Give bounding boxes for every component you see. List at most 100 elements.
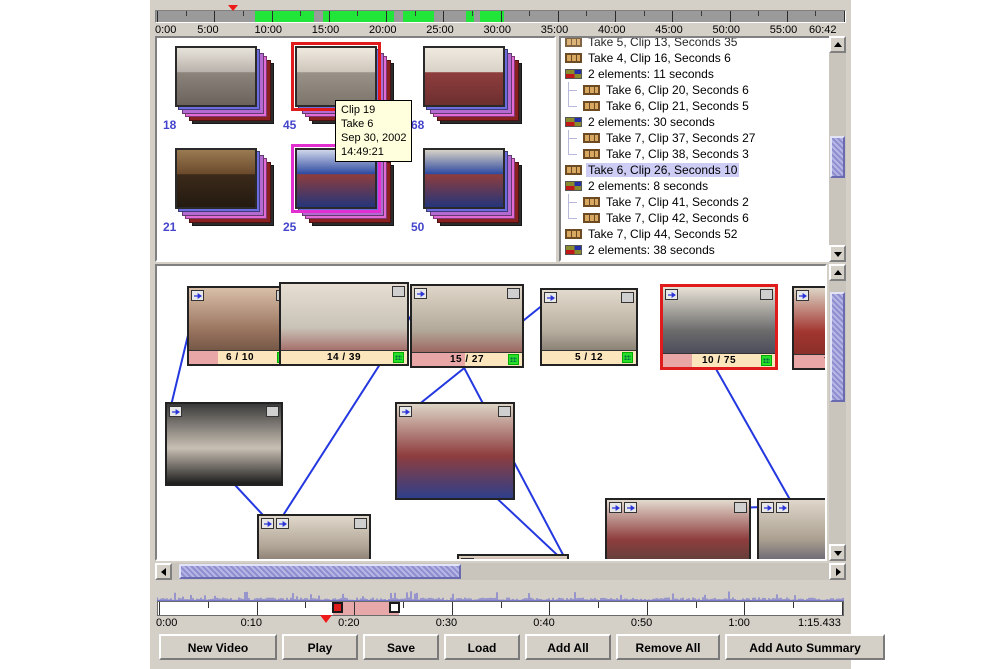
tree-row[interactable]: Take 4, Clip 16, Seconds 6	[561, 50, 844, 66]
canvas-vertical-scrollbar[interactable]	[829, 264, 846, 561]
storyboard-node[interactable]: 15 / 27	[410, 284, 524, 368]
canvas-scroll-right-button[interactable]	[829, 563, 846, 580]
tree-scroll-up-button[interactable]	[829, 36, 846, 53]
clip-stack-top-frame[interactable]	[423, 46, 505, 107]
audio-tick	[744, 602, 746, 615]
node-link-handle[interactable]	[169, 406, 182, 417]
tree-row[interactable]: Take 7, Clip 37, Seconds 27	[561, 130, 844, 146]
ruler-major-tick	[443, 11, 445, 22]
storyboard-node[interactable]: 14 / 39	[279, 282, 409, 366]
tree-row-label: Take 7, Clip 41, Seconds 2	[606, 195, 749, 209]
tree-row[interactable]: Take 5, Clip 13, Seconds 35	[561, 38, 844, 50]
canvas-scroll-down-button[interactable]	[829, 544, 846, 561]
node-link-handle[interactable]	[261, 518, 274, 529]
new-video-button[interactable]: New Video	[159, 634, 277, 660]
clip-icon	[565, 53, 582, 63]
timeline-track[interactable]	[155, 10, 846, 23]
storyboard-node[interactable]	[757, 498, 825, 559]
audio-scrub-track[interactable]	[157, 601, 844, 616]
node-link-handle[interactable]	[414, 288, 427, 299]
clip-stack[interactable]	[175, 148, 279, 226]
clip-stack[interactable]	[423, 46, 527, 124]
clip-stack-top-frame[interactable]	[175, 148, 257, 209]
node-link-handle[interactable]	[399, 406, 412, 417]
tree-elbow-connector	[568, 82, 579, 98]
storyboard-node[interactable]: 6 / 10	[187, 286, 293, 366]
node-link-handle[interactable]	[191, 290, 204, 301]
storyboard-node[interactable]: 5 / 12	[540, 288, 638, 366]
save-button[interactable]: Save	[363, 634, 439, 660]
summary-tree-panel[interactable]: Take 5, Clip 13, Seconds 35 Take 4, Clip …	[559, 36, 846, 262]
tree-row[interactable]: 2 elements: 38 seconds	[561, 242, 844, 258]
node-resize-handle[interactable]	[392, 286, 405, 297]
canvas-vscroll-thumb[interactable]	[830, 291, 845, 402]
tree-row[interactable]: Take 7, Clip 38, Seconds 3	[561, 146, 844, 162]
canvas-scroll-up-button[interactable]	[829, 264, 846, 281]
storyboard-node[interactable]	[457, 554, 569, 559]
clip-stack[interactable]	[175, 46, 279, 124]
tree-scrollbar-thumb[interactable]	[830, 135, 845, 178]
tree-row[interactable]: Take 6, Clip 20, Seconds 6	[561, 82, 844, 98]
tree-row[interactable]: 2 elements: 30 seconds	[561, 114, 844, 130]
clip-stack-top-frame[interactable]	[175, 46, 257, 107]
node-link-handle[interactable]	[609, 502, 622, 513]
audio-tick-label: 0:30	[435, 617, 458, 629]
tree-row[interactable]: 2 elements: 8 seconds	[561, 178, 844, 194]
ruler-minor-tick	[700, 11, 702, 16]
tree-row[interactable]: Take 7, Clip 44, Seconds 52	[561, 226, 844, 242]
node-link-handle[interactable]	[796, 290, 809, 301]
node-resize-handle[interactable]	[760, 289, 773, 300]
tree-row[interactable]: Take 6, Clip 26, Seconds 10	[561, 162, 844, 178]
add-auto-summary-button[interactable]: Add Auto Summary	[725, 634, 885, 660]
clip-stack-top-frame[interactable]	[423, 148, 505, 209]
storyboard-node[interactable]	[605, 498, 751, 559]
summary-tree-list[interactable]: Take 5, Clip 13, Seconds 35 Take 4, Clip …	[561, 38, 844, 258]
node-resize-handle[interactable]	[621, 292, 634, 303]
node-link-handle[interactable]	[624, 502, 637, 513]
waveform-path	[157, 591, 844, 601]
clip-stack-index-label: 18	[163, 118, 177, 132]
load-button[interactable]: Load	[444, 634, 520, 660]
audio-timeline[interactable]: 0:00 0:10 0:20 0:30 0:40 0:50 1:00 1:15.433	[155, 588, 846, 629]
canvas-horizontal-scrollbar[interactable]	[155, 563, 846, 580]
audio-selection-start-handle[interactable]	[332, 602, 344, 613]
node-resize-handle[interactable]	[266, 406, 279, 417]
ruler-minor-tick	[471, 11, 473, 16]
video-timeline-ruler[interactable]: 0:00 5:00 10:00 15:00 20:00 25:00 30:00 35:00 40…	[155, 5, 846, 37]
node-link-handle[interactable]	[276, 518, 289, 529]
timeline-selected-segment[interactable]	[254, 11, 314, 22]
storyboard-node[interactable]: 7	[792, 286, 825, 370]
clip-stack-top-frame[interactable]	[291, 42, 381, 111]
clip-stack-panel[interactable]: 18 45 68 21 25 50 Clip 19 Take 6 Sep 30, 2002 14:…	[155, 36, 556, 262]
remove-all-button[interactable]: Remove All	[616, 634, 720, 660]
canvas-scroll-left-button[interactable]	[155, 563, 172, 580]
storyboard-canvas[interactable]: 6 / 10 14 / 39 15 / 27 5 / 12 10 / 75 7	[155, 264, 827, 561]
timeline-playhead-marker[interactable]	[227, 5, 238, 11]
node-resize-handle[interactable]	[354, 518, 367, 529]
tree-row[interactable]: Take 7, Clip 41, Seconds 2	[561, 194, 844, 210]
tree-scroll-down-button[interactable]	[829, 245, 846, 262]
add-all-button[interactable]: Add All	[525, 634, 611, 660]
tree-row[interactable]: Take 6, Clip 21, Seconds 5	[561, 98, 844, 114]
node-link-handle[interactable]	[776, 502, 789, 513]
clip-stack[interactable]	[423, 148, 527, 226]
node-link-handle[interactable]	[665, 289, 678, 300]
tree-row[interactable]: Take 7, Clip 42, Seconds 6	[561, 210, 844, 226]
storyboard-node[interactable]	[165, 402, 283, 486]
timeline-selected-segment[interactable]	[322, 11, 395, 22]
node-resize-handle[interactable]	[498, 406, 511, 417]
node-link-handle[interactable]	[761, 502, 774, 513]
storyboard-node[interactable]	[257, 514, 371, 559]
audio-selection-end-handle[interactable]	[389, 602, 401, 613]
node-link-handle[interactable]	[461, 558, 474, 559]
tree-row[interactable]: 2 elements: 11 seconds	[561, 66, 844, 82]
timeline-selected-segment[interactable]	[403, 11, 434, 22]
tree-vertical-scrollbar[interactable]	[829, 36, 846, 262]
storyboard-node[interactable]	[395, 402, 515, 500]
play-button[interactable]: Play	[282, 634, 358, 660]
node-resize-handle[interactable]	[507, 288, 520, 299]
storyboard-node[interactable]: 10 / 75	[660, 284, 778, 370]
node-resize-handle[interactable]	[734, 502, 747, 513]
node-link-handle[interactable]	[544, 292, 557, 303]
canvas-hscroll-thumb[interactable]	[178, 564, 462, 579]
